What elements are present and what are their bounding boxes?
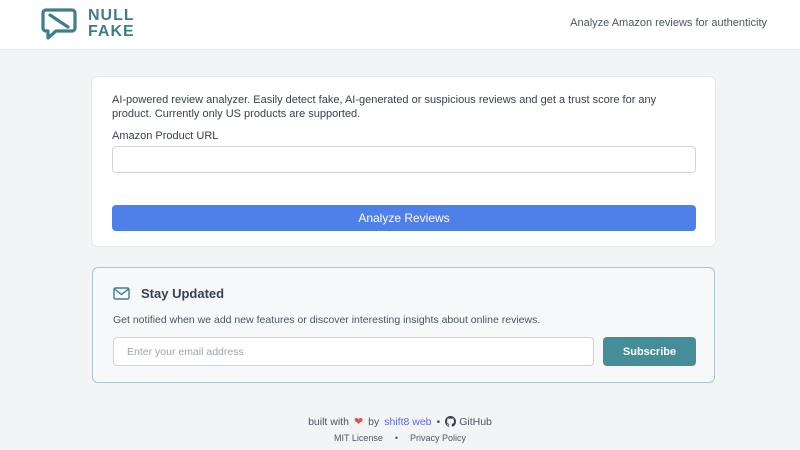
logo-line-2: FAKE	[88, 23, 135, 40]
logo-wordmark: NULL FAKE	[88, 8, 135, 40]
footer-separator-2: •	[394, 433, 398, 443]
github-link-label: GitHub	[459, 415, 492, 428]
footer-links: MIT License • Privacy Policy	[0, 433, 800, 443]
mit-license-link[interactable]: MIT License	[334, 433, 383, 443]
author-link[interactable]: shift8 web	[384, 416, 431, 428]
logo-line-1: NULL	[88, 7, 135, 24]
subscribe-button[interactable]: Subscribe	[603, 337, 696, 366]
newsletter-title: Stay Updated	[141, 286, 225, 301]
github-icon	[445, 416, 457, 427]
site-header: NULL FAKE Analyze Amazon reviews for aut…	[0, 0, 800, 50]
email-input[interactable]	[113, 337, 594, 366]
mail-icon	[113, 287, 130, 300]
header-tagline: Analyze Amazon reviews for authenticity	[570, 17, 767, 29]
analyze-reviews-button[interactable]: Analyze Reviews	[112, 205, 696, 231]
analyzer-intro: AI-powered review analyzer. Easily detec…	[112, 94, 657, 120]
github-link[interactable]: GitHub	[445, 416, 492, 428]
footer-separator: •	[436, 415, 441, 428]
analyzer-card: AI-powered review analyzer. Easily detec…	[91, 76, 716, 247]
footer-credits: built with ❤ by shift8 web • GitHub	[0, 415, 800, 429]
by-text: by	[368, 415, 380, 428]
privacy-policy-link[interactable]: Privacy Policy	[410, 433, 466, 443]
newsletter-header: Stay Updated	[113, 286, 224, 301]
url-label: Amazon Product URL	[112, 130, 219, 142]
amazon-url-input[interactable]	[112, 146, 696, 173]
newsletter-description: Get notified when we add new features or…	[113, 314, 541, 326]
speech-bubble-slash-icon	[41, 8, 77, 40]
logo[interactable]: NULL FAKE	[40, 7, 135, 41]
newsletter-card: Stay Updated Get notified when we add ne…	[92, 267, 715, 383]
built-with-text: built with	[308, 415, 349, 428]
heart-icon: ❤	[353, 416, 364, 428]
